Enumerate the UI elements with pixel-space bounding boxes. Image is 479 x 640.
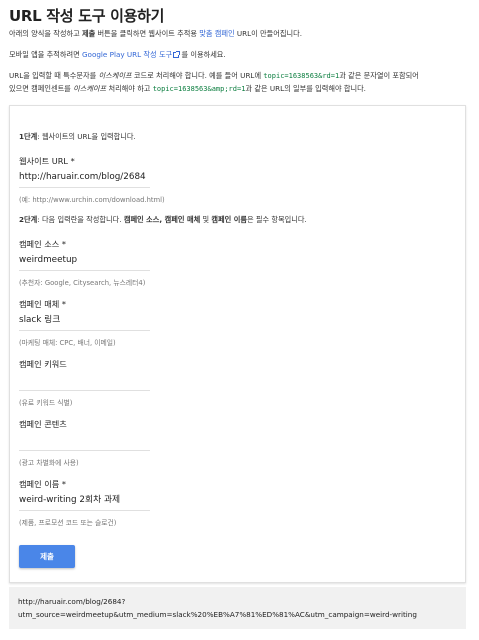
escape-line1-b: 코드로 처리해야 합니다. 예를 들어 URL에	[131, 71, 264, 80]
generated-url-line1: http://haruair.com/blog/2684?	[18, 597, 126, 606]
step1-text: 1단계: 웹사이트의 URL을 입력합니다.	[19, 132, 136, 142]
campaign-term-label: 캠페인 키워드	[19, 359, 67, 369]
escape-line2-b: 처리해야 하고	[106, 84, 153, 93]
campaign-medium-label: 캠페인 매체 *	[19, 299, 66, 309]
campaign-term-hint: (유료 키워드 식별)	[19, 399, 73, 407]
website-url-input[interactable]: http://haruair.com/blog/2684	[19, 170, 150, 188]
website-url-hint: (예: http://www.urchin.com/download.html)	[19, 196, 165, 204]
escape-line1-a: URL을 입력할 때 특수문자를	[9, 71, 99, 80]
intro-after: URL이 만들어집니다.	[234, 29, 302, 38]
campaign-source-hint: (추천자: Google, Citysearch, 뉴스레터4)	[19, 279, 146, 287]
url-builder-form: 1단계: 웹사이트의 URL을 입력합니다. 웹사이트 URL * http:/…	[9, 105, 466, 583]
step2-bold1: 캠페인 소스, 캠페인 매체	[123, 215, 201, 224]
escape-line2-c: 과 같은 URL의 일부를 입력해야 합니다.	[245, 84, 366, 93]
step2-text-a: : 다음 입력란을 작성합니다.	[37, 215, 124, 224]
campaign-name-hint: (제품, 프로모션 코드 또는 슬로건)	[19, 519, 117, 527]
campaign-medium-hint: (마케팅 매체: CPC, 배너, 이메일)	[19, 339, 116, 347]
intro-submit-word: 제출	[81, 29, 96, 38]
campaign-term-input[interactable]	[19, 373, 150, 391]
mobile-text: 모바일 앱을 추적하려면 Google Play URL 작성 도구 를 이용하…	[9, 49, 226, 61]
campaign-source-input[interactable]: weirdmeetup	[19, 253, 150, 271]
step1-desc: : 웹사이트의 URL을 입력합니다.	[37, 132, 136, 141]
submit-button[interactable]: 제출	[19, 545, 75, 568]
escape-note-line1: URL을 입력할 때 특수문자를 이스케이프 코드로 처리해야 합니다. 예를 …	[9, 70, 419, 82]
mobile-prefix: 모바일 앱을 추적하려면	[9, 50, 82, 59]
step2-label: 2단계	[19, 215, 38, 224]
generated-url-box[interactable]: http://haruair.com/blog/2684? utm_source…	[9, 587, 466, 629]
campaign-content-input[interactable]	[19, 433, 150, 451]
campaign-source-label: 캠페인 소스 *	[19, 239, 66, 249]
campaign-medium-input[interactable]: slack 링크	[19, 313, 150, 331]
escape-line1-code: topic=1638563&rd=1	[263, 72, 340, 80]
escape-line2-em: 이스케이프	[73, 84, 107, 93]
escape-note-line2: 있으면 캠페인센트를 이스케이프 처리해야 하고 topic=1638563&a…	[9, 83, 366, 95]
intro-text: 아래의 양식을 작성하고 제출 버튼을 클릭하면 웹사이트 추적용 맞춤 캠페인…	[9, 28, 302, 40]
intro-before: 아래의 양식을 작성하고	[9, 29, 82, 38]
page-title: URL 작성 도구 이용하기	[9, 7, 165, 25]
step2-bold2: 캠페인 이름	[211, 215, 247, 224]
campaign-link[interactable]: 맞춤 캠페인	[199, 29, 234, 38]
step2-text: 2단계: 다음 입력란을 작성합니다. 캠페인 소스, 캠페인 매체 및 캠페인…	[19, 215, 307, 225]
intro-middle: 버튼을 클릭하면 웹사이트 추적용	[95, 29, 200, 38]
campaign-name-label: 캠페인 이름 *	[19, 479, 66, 489]
campaign-content-label: 캠페인 콘텐츠	[19, 419, 67, 429]
escape-line1-c: 과 같은 문자열이 포함되어	[339, 71, 419, 80]
escape-line2-a: 있으면 캠페인센트를	[9, 84, 74, 93]
campaign-content-hint: (광고 차별화에 사용)	[19, 459, 79, 467]
google-play-link[interactable]: Google Play URL 작성 도구	[82, 50, 172, 59]
step2-text-c: 은 필수 항목입니다.	[246, 215, 307, 224]
website-url-label: 웹사이트 URL *	[19, 156, 75, 166]
mobile-suffix: 를 이용하세요.	[179, 50, 226, 59]
campaign-name-input[interactable]: weird-writing 2회차 과제	[19, 493, 150, 511]
external-link-icon[interactable]	[173, 51, 181, 58]
escape-line1-em: 이스케이프	[98, 71, 132, 80]
generated-url-line2: utm_source=weirdmeetup&utm_medium=slack%…	[18, 610, 417, 619]
step2-text-b: 및	[200, 215, 212, 224]
step1-label: 1단계	[19, 132, 38, 141]
escape-line2-code: topic=1638563&amp;rd=1	[152, 85, 246, 93]
